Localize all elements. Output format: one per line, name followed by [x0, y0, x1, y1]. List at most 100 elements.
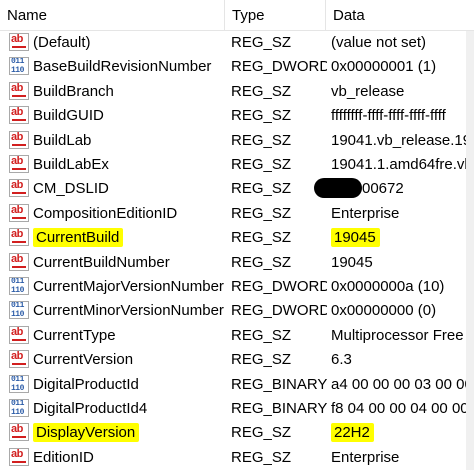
value-name: CM_DSLID: [33, 180, 109, 198]
value-name: EditionID: [33, 448, 94, 466]
value-data: ffffffff-ffff-ffff-ffff-ffff: [331, 107, 446, 125]
registry-value-row[interactable]: ab DisplayVersion REG_SZ 22H2: [0, 421, 466, 445]
value-name: CurrentType: [33, 326, 116, 344]
column-header-name[interactable]: Name: [0, 0, 224, 30]
value-name: CurrentMinorVersionNumber: [33, 302, 224, 320]
registry-value-row[interactable]: ab CompositionEditionID REG_SZ Enterprise: [0, 202, 466, 226]
value-data: 0x00000000 (0): [331, 302, 437, 320]
column-header-type[interactable]: Type: [224, 0, 325, 30]
value-type: REG_SZ: [231, 131, 292, 149]
name-cell: CurrentMajorVersionNumber: [33, 275, 225, 299]
value-name: CurrentBuildNumber: [33, 253, 170, 271]
data-cell: 22H2: [331, 421, 466, 445]
value-name: DigitalProductId4: [33, 400, 148, 417]
registry-value-row[interactable]: ab CurrentBuildNumber REG_SZ 19045: [0, 251, 466, 275]
string-value-icon: ab: [9, 350, 29, 369]
value-type: REG_SZ: [231, 180, 292, 198]
value-name: BuildGUID: [33, 107, 104, 125]
string-value-icon: ab: [9, 179, 29, 198]
registry-value-row[interactable]: ab CM_DSLID REG_SZ 00672: [0, 177, 466, 201]
value-name: DigitalProductId: [33, 375, 139, 393]
value-data: Enterprise: [331, 204, 400, 222]
registry-value-row[interactable]: ab BuildBranch REG_SZ vb_release: [0, 80, 466, 104]
vertical-scrollbar[interactable]: [466, 31, 474, 470]
value-name: BuildLabEx: [33, 156, 109, 173]
value-data: 19041.1.amd64fre.vb_: [331, 156, 466, 173]
data-cell: 0x00000000 (0): [331, 299, 466, 323]
name-cell: BuildLabEx: [33, 153, 225, 177]
value-data: 00672: [362, 180, 404, 198]
value-type: REG_SZ: [231, 82, 292, 100]
name-cell: (Default): [33, 31, 225, 55]
value-name: CurrentBuild: [33, 228, 124, 248]
value-type: REG_SZ: [231, 351, 292, 369]
registry-value-row[interactable]: 011 110 DigitalProductId REG_BINARY a4 00 0…: [0, 373, 466, 397]
value-name: DisplayVersion: [33, 423, 140, 443]
value-type: REG_DWORD: [231, 278, 327, 295]
value-data: Multiprocessor Free: [331, 326, 464, 344]
value-name: (Default): [33, 34, 91, 51]
string-value-icon: ab: [9, 447, 29, 466]
value-data: (value not set): [331, 34, 427, 51]
value-type: REG_SZ: [231, 34, 292, 51]
data-cell: 19045: [331, 226, 466, 250]
value-name: CurrentVersion: [33, 351, 134, 369]
value-name: BuildLab: [33, 131, 92, 149]
data-cell: Enterprise: [331, 202, 466, 226]
value-type: REG_SZ: [231, 204, 292, 222]
registry-value-row[interactable]: ab CurrentBuild REG_SZ 19045: [0, 226, 466, 250]
name-cell: BaseBuildRevisionNumber: [33, 55, 225, 79]
value-name: CompositionEditionID: [33, 204, 178, 222]
name-cell: DigitalProductId: [33, 373, 225, 397]
binary-value-icon: 011 110: [9, 399, 29, 417]
value-data: vb_release: [331, 82, 405, 100]
data-cell: vb_release: [331, 80, 466, 104]
value-type: REG_SZ: [231, 326, 292, 344]
registry-value-row[interactable]: ab BuildLab REG_SZ 19041.vb_release.191: [0, 129, 466, 153]
registry-value-row[interactable]: 011 110 CurrentMinorVersionNumber REG_DWOR…: [0, 299, 466, 323]
name-cell: CurrentVersion: [33, 348, 225, 372]
registry-value-row[interactable]: 011 110 DigitalProductId4 REG_BINARY f8 04 …: [0, 397, 466, 421]
redaction-mark: [314, 178, 362, 199]
string-value-icon: ab: [9, 325, 29, 344]
name-cell: DigitalProductId4: [33, 397, 225, 421]
registry-value-row[interactable]: 011 110 CurrentMajorVersionNumber REG_DWOR…: [0, 275, 466, 299]
registry-value-row[interactable]: ab BuildGUID REG_SZ ffffffff-ffff-ffff-ffff…: [0, 104, 466, 128]
value-type: REG_SZ: [231, 253, 292, 271]
registry-value-row[interactable]: 011 110 BaseBuildRevisionNumber REG_DWORD 0…: [0, 55, 466, 79]
data-cell: 19045: [331, 251, 466, 275]
column-header: Name Type Data: [0, 0, 474, 31]
data-cell: 0x00000001 (1): [331, 55, 466, 79]
binary-value-icon: 011 110: [9, 301, 29, 320]
value-type: REG_BINARY: [231, 400, 327, 417]
registry-value-row[interactable]: abBuildLabEx REG_SZ 19041.1.amd64fre.vb_: [0, 153, 466, 177]
value-name: BaseBuildRevisionNumber: [33, 58, 212, 76]
binary-value-icon: 011 110: [9, 57, 29, 76]
name-cell: CurrentMinorVersionNumber: [33, 299, 225, 323]
value-data: 0x0000000a (10): [331, 278, 445, 295]
registry-value-row[interactable]: ab EditionID REG_SZ Enterprise: [0, 446, 466, 470]
data-cell: Enterprise: [331, 446, 466, 470]
data-cell: 19041.vb_release.191: [331, 129, 466, 153]
name-cell: CompositionEditionID: [33, 202, 225, 226]
value-type: REG_SZ: [231, 107, 292, 125]
value-data: 19045: [331, 253, 373, 271]
registry-value-row[interactable]: ab CurrentVersion REG_SZ 6.3: [0, 348, 466, 372]
value-data: f8 04 00 00 04 00 00: [331, 400, 466, 417]
data-cell: 6.3: [331, 348, 466, 372]
name-cell: CurrentBuildNumber: [33, 251, 225, 275]
value-data: 22H2: [331, 423, 374, 443]
value-name: BuildBranch: [33, 82, 114, 100]
value-type: REG_SZ: [231, 156, 292, 173]
registry-value-row[interactable]: ab (Default) REG_SZ (value not set): [0, 31, 466, 55]
value-data: 6.3: [331, 351, 352, 369]
registry-value-row[interactable]: ab CurrentType REG_SZ Multiprocessor Free: [0, 324, 466, 348]
data-cell: (value not set): [331, 31, 466, 55]
name-cell: EditionID: [33, 446, 225, 470]
name-cell: BuildBranch: [33, 80, 225, 104]
value-name: CurrentMajorVersionNumber: [33, 278, 224, 295]
registry-value-list: ab (Default) REG_SZ (value not set) 011 110 B…: [0, 31, 466, 470]
data-cell: a4 00 00 00 03 00 00: [331, 373, 466, 397]
string-value-icon: ab: [9, 130, 29, 149]
column-header-data[interactable]: Data: [325, 0, 474, 30]
